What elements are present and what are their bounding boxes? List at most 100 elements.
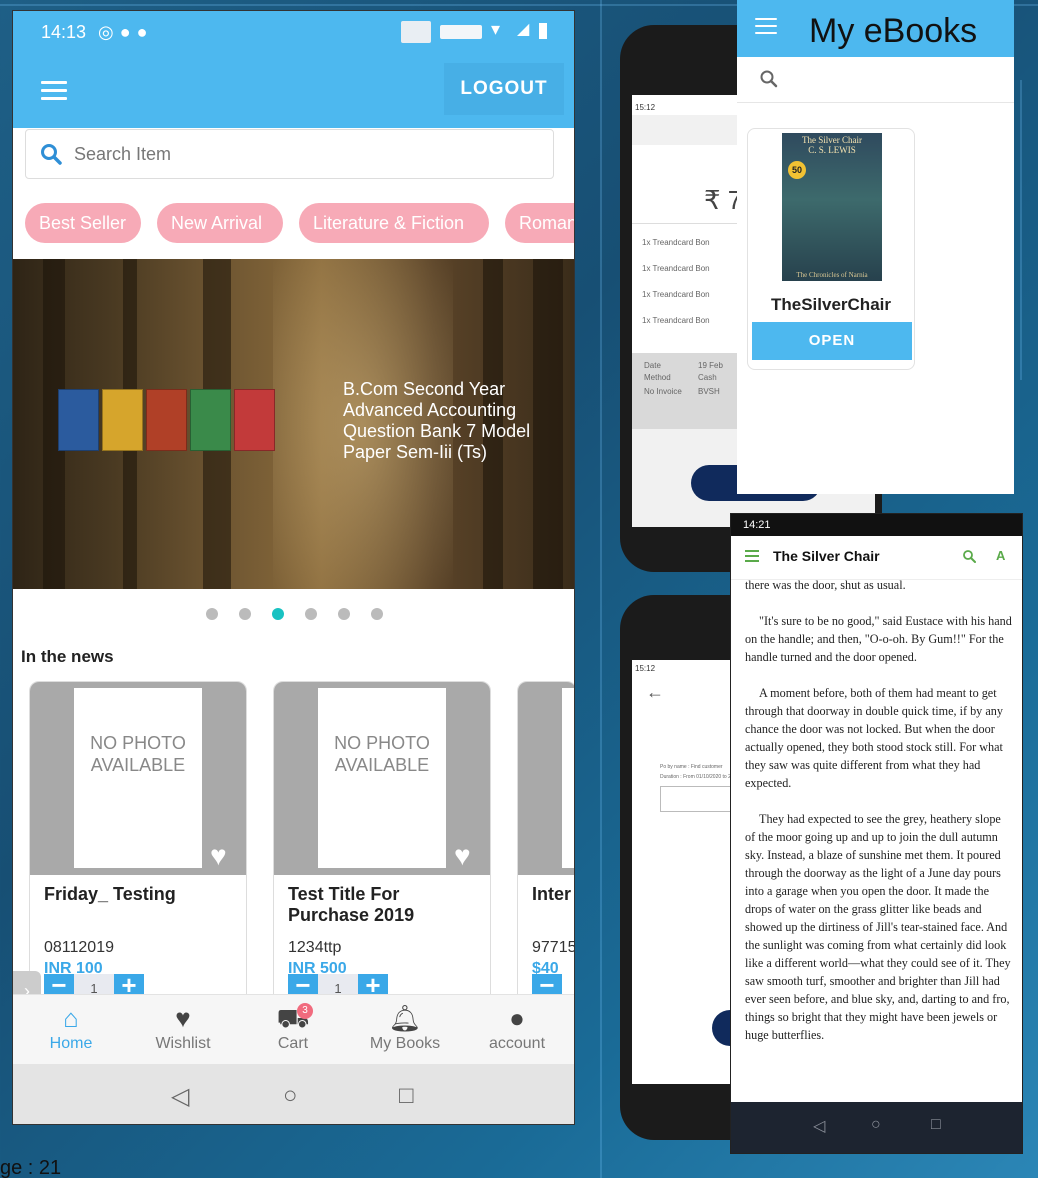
product-title: Inter Show <box>532 884 574 904</box>
nav-wishlist[interactable]: ♥ Wishlist <box>133 1003 233 1053</box>
bell-icon: 🔔︎ <box>388 1003 422 1033</box>
reader-content: there was the door, shut as usual. "It's… <box>745 576 1013 1062</box>
order-detail-label: Date <box>644 361 661 370</box>
notification-icon: ● <box>136 21 148 42</box>
chip-romance[interactable]: Roman <box>505 203 574 243</box>
menu-icon[interactable] <box>41 81 67 101</box>
product-image: NO PHOTO AVAILABLE ♥ <box>274 682 490 875</box>
product-card[interactable]: NO PHOTO AVAILABLE ♥ Friday_ Testing 081… <box>29 681 247 1011</box>
search-input[interactable]: Search Item <box>25 129 554 179</box>
logout-button[interactable]: LOGOUT <box>444 63 564 115</box>
back-icon[interactable]: ◁ <box>813 1116 825 1136</box>
nav-cart[interactable]: ⛟ 3 Cart <box>243 1003 343 1053</box>
heart-icon[interactable]: ♥ <box>210 842 240 870</box>
chip-new-arrival[interactable]: New Arrival <box>157 203 283 243</box>
order-line-item: 1x Treandcard Bon <box>642 238 710 247</box>
cover-title: The Silver Chair <box>802 135 862 145</box>
ebooks-screen: My eBooks The Silver Chair C. S. LEWIS 50… <box>737 0 1014 494</box>
carousel-dots <box>206 608 383 620</box>
ebook-card[interactable]: The Silver Chair C. S. LEWIS 50 The Chron… <box>747 128 915 370</box>
cover-author: C. S. LEWIS <box>808 145 856 155</box>
page-title: My eBooks <box>809 12 978 50</box>
product-code: 1234ttp <box>288 939 342 956</box>
reader-status-time: 14:21 <box>743 519 771 531</box>
search-icon[interactable] <box>962 549 976 563</box>
book-cover <box>58 389 99 451</box>
home-circle-icon[interactable]: ○ <box>871 1116 881 1134</box>
menu-icon[interactable] <box>745 550 759 562</box>
whatsapp-icon: ◎ <box>98 21 114 42</box>
background-line <box>600 0 602 1178</box>
book-cover <box>146 389 187 451</box>
nav-my-books[interactable]: 🔔︎ My Books <box>355 1003 455 1053</box>
ebooks-search-bar[interactable] <box>737 57 1014 103</box>
main-app-screen: 14:13 ◎ ● ● ▾ ◢ LOGOUT Search Item Best … <box>12 10 575 1125</box>
book-cover: The Silver Chair C. S. LEWIS 50 The Chron… <box>782 133 882 281</box>
product-card[interactable]: Inter Show 97715 $40 − <box>517 681 575 1011</box>
reader-paragraph: there was the door, shut as usual. <box>745 578 906 592</box>
nav-home[interactable]: ⌂ Home <box>21 1003 121 1053</box>
back-icon[interactable]: ◁ <box>171 1082 189 1111</box>
recents-icon[interactable]: □ <box>399 1082 414 1110</box>
order-line-item: 1x Treandcard Bon <box>642 316 710 325</box>
nav-label: Wishlist <box>155 1035 211 1052</box>
book-cover <box>102 389 143 451</box>
nav-label: Cart <box>277 1035 309 1052</box>
search-icon <box>41 144 62 165</box>
nav-label: My Books <box>369 1035 441 1052</box>
cart-badge: 3 <box>297 1003 313 1019</box>
promo-banner[interactable]: B.Com Second Year Advanced Accounting Qu… <box>13 259 574 589</box>
order-detail-label: Method <box>644 373 671 382</box>
nav-label: account <box>488 1035 546 1052</box>
order-line-item: 1x Treandcard Bon <box>642 264 710 273</box>
reader-screen: 14:21 The Silver Chair A there was the d… <box>730 513 1023 1154</box>
carousel-dot[interactable] <box>305 608 317 620</box>
reader-status-bar: 14:21 <box>731 514 1022 536</box>
chip-best-seller[interactable]: Best Seller <box>25 203 141 243</box>
reader-paragraph: They had expected to see the grey, heath… <box>745 812 1011 1042</box>
recents-icon[interactable]: □ <box>931 1116 941 1134</box>
product-code: 97715 <box>532 939 575 956</box>
system-navigation-bar: ◁ ○ □ <box>13 1064 574 1124</box>
home-circle-icon[interactable]: ○ <box>283 1082 298 1110</box>
product-title: Test Title For Purchase 2019 <box>288 884 415 925</box>
chip-literature-fiction[interactable]: Literature & Fiction <box>299 203 489 243</box>
no-photo-placeholder: NO PHOTO AVAILABLE <box>74 688 202 868</box>
cart-icon: ⛟ <box>276 1003 310 1033</box>
carousel-dot[interactable] <box>338 608 350 620</box>
no-photo-placeholder: NO PHOTO AVAILABLE <box>318 688 446 868</box>
user-icon: ● <box>509 1003 525 1033</box>
carousel-dot[interactable] <box>206 608 218 620</box>
banner-book-covers <box>58 389 275 451</box>
ebooks-app-bar: My eBooks <box>737 0 1014 57</box>
reader-system-navigation: ◁ ○ □ <box>731 1102 1022 1153</box>
banner-caption: B.Com Second Year Advanced Accounting Qu… <box>343 379 531 462</box>
signal-icon: ◢ <box>517 21 530 38</box>
volte-icon <box>440 25 482 39</box>
back-arrow-icon[interactable]: ← <box>646 682 664 703</box>
category-chips: Best Seller New Arrival Literature & Fic… <box>13 203 574 243</box>
heart-icon: ♥ <box>175 1003 191 1033</box>
reader-title: The Silver Chair <box>773 548 880 564</box>
nav-account[interactable]: ● account <box>467 1003 567 1053</box>
product-card[interactable]: NO PHOTO AVAILABLE ♥ Test Title For Purc… <box>273 681 491 1011</box>
carousel-dot[interactable] <box>371 608 383 620</box>
heart-icon[interactable]: ♥ <box>454 842 484 870</box>
search-icon <box>760 70 778 88</box>
carousel-dot-active[interactable] <box>272 608 284 620</box>
cover-series: The Chronicles of Narnia <box>796 271 868 279</box>
product-code: 08112019 <box>44 939 114 956</box>
font-size-icon[interactable]: A <box>996 548 1005 563</box>
order-detail-value: 19 Feb <box>698 361 723 370</box>
carousel-dot[interactable] <box>239 608 251 620</box>
cover-badge: 50 <box>788 161 806 179</box>
battery-icon <box>539 23 547 39</box>
book-cover <box>190 389 231 451</box>
status-bar: 14:13 ◎ ● ● ▾ ◢ <box>13 11 574 53</box>
reader-app-bar: The Silver Chair A <box>731 536 1022 580</box>
page-number-label: ge : 21 <box>0 1157 62 1178</box>
reader-paragraph: A moment before, both of them had meant … <box>745 686 1003 790</box>
report-line: Po by name : Find customer <box>660 764 723 770</box>
open-button[interactable]: OPEN <box>752 322 912 360</box>
menu-icon[interactable] <box>755 18 777 38</box>
